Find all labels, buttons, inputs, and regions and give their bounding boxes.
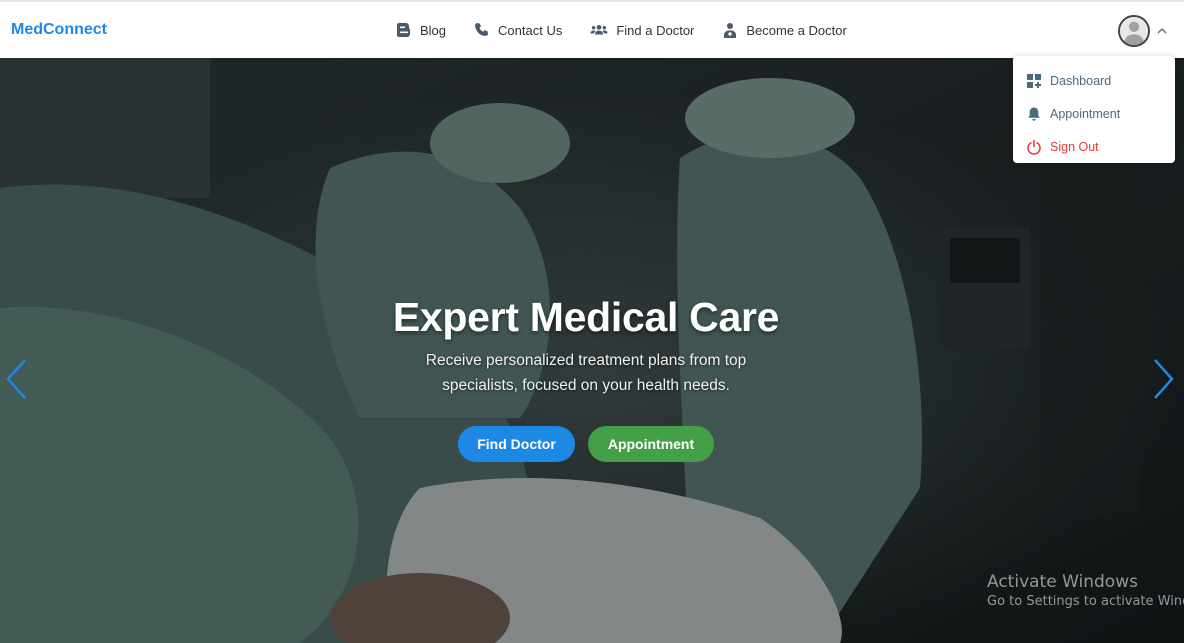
power-icon — [1027, 139, 1041, 155]
phone-icon — [475, 23, 489, 36]
menu-item-dashboard[interactable]: Dashboard — [1013, 64, 1175, 97]
menu-item-dashboard-label: Dashboard — [1050, 73, 1112, 88]
nav-blog-label: Blog — [420, 22, 447, 38]
carousel-next-arrow-icon[interactable] — [1151, 358, 1175, 400]
chevron-up-icon[interactable] — [1156, 25, 1168, 37]
watermark-title: Activate Windows — [987, 572, 1138, 592]
find-doctor-button[interactable]: Find Doctor — [458, 426, 575, 462]
nav-contact-link[interactable]: Contact Us — [474, 22, 562, 38]
blog-icon — [397, 23, 411, 37]
dashboard-icon — [1027, 73, 1041, 88]
user-dropdown-menu: Dashboard Appointment Sign Out — [1013, 56, 1175, 163]
nav-contact-label: Contact Us — [498, 22, 563, 38]
menu-item-appointment[interactable]: Appointment — [1013, 97, 1175, 130]
watermark-subtitle: Go to Settings to activate Windows. — [987, 594, 1184, 609]
users-icon — [590, 24, 608, 35]
brand-logo[interactable]: MedConnect — [11, 21, 107, 39]
nav-find-doctor-label: Find a Doctor — [616, 22, 695, 38]
nav-become-doctor-link[interactable]: Become a Doctor — [722, 22, 847, 38]
nav-become-doctor-label: Become a Doctor — [746, 22, 847, 38]
doctor-icon — [724, 23, 737, 38]
menu-item-sign-out[interactable]: Sign Out — [1013, 130, 1175, 163]
user-menu-toggle[interactable] — [1118, 15, 1168, 47]
nav-blog-link[interactable]: Blog — [396, 22, 446, 38]
menu-item-sign-out-label: Sign Out — [1050, 139, 1099, 154]
avatar[interactable] — [1118, 15, 1150, 47]
bell-icon — [1028, 107, 1040, 121]
hero-carousel: Expert Medical Care Receive personalized… — [0, 58, 1184, 643]
appointment-button[interactable]: Appointment — [588, 426, 714, 462]
user-avatar-icon — [1120, 17, 1148, 45]
hero-title: Expert Medical Care — [392, 294, 780, 340]
main-nav: Blog Contact Us Find a Doctor Become a D… — [396, 22, 875, 38]
nav-find-doctor-link[interactable]: Find a Doctor — [590, 22, 694, 38]
top-navbar: MedConnect Blog Contact Us Find a Doctor… — [0, 0, 1184, 58]
hero-subtitle: Receive personalized treatment plans fro… — [425, 352, 747, 394]
carousel-prev-arrow-icon[interactable] — [5, 358, 29, 400]
windows-activation-watermark: Activate Windows Go to Settings to activ… — [987, 572, 1184, 609]
menu-item-appointment-label: Appointment — [1050, 106, 1121, 121]
